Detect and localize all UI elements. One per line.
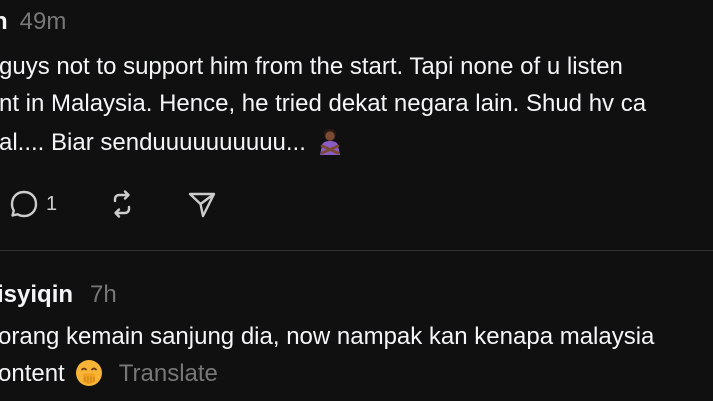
post-time[interactable]: 7h xyxy=(90,281,117,308)
thread-post: isyiqin 7h orang kemain sanjung dia, now … xyxy=(0,251,713,401)
repost-button[interactable] xyxy=(106,186,138,222)
post-text-line: nt in Malaysia. Hence, he tried dekat ne… xyxy=(0,90,647,117)
thread-post: h 49m guys not to support him from the st… xyxy=(0,0,713,250)
post-header: isyiqin 7h xyxy=(0,280,117,310)
post-text: ontent xyxy=(0,360,65,387)
reply-count: 1 xyxy=(46,192,58,215)
send-icon xyxy=(186,188,218,220)
share-button[interactable] xyxy=(186,186,218,222)
username[interactable]: isyiqin xyxy=(0,281,73,308)
comment-icon xyxy=(8,188,40,220)
reply-button[interactable]: 1 xyxy=(8,186,57,222)
post-text-line-last: al.... Biar senduuuuuuuuuu... xyxy=(0,128,342,158)
post-text-line: guys not to support him from the start. … xyxy=(0,53,623,80)
post-time[interactable]: 49m xyxy=(20,8,67,35)
face-with-hand-over-mouth-icon xyxy=(75,359,103,387)
username[interactable]: h xyxy=(0,8,8,35)
post-text-line-last: ontent Translate xyxy=(0,359,218,389)
person-gesturing-no-icon xyxy=(318,129,342,155)
post-text-line: orang kemain sanjung dia, now nampak kan… xyxy=(0,323,655,350)
post-text: al.... Biar senduuuuuuuuuu... xyxy=(0,129,306,156)
post-header: h 49m xyxy=(0,7,66,37)
repost-icon xyxy=(106,188,138,220)
translate-link[interactable]: Translate xyxy=(119,360,218,387)
